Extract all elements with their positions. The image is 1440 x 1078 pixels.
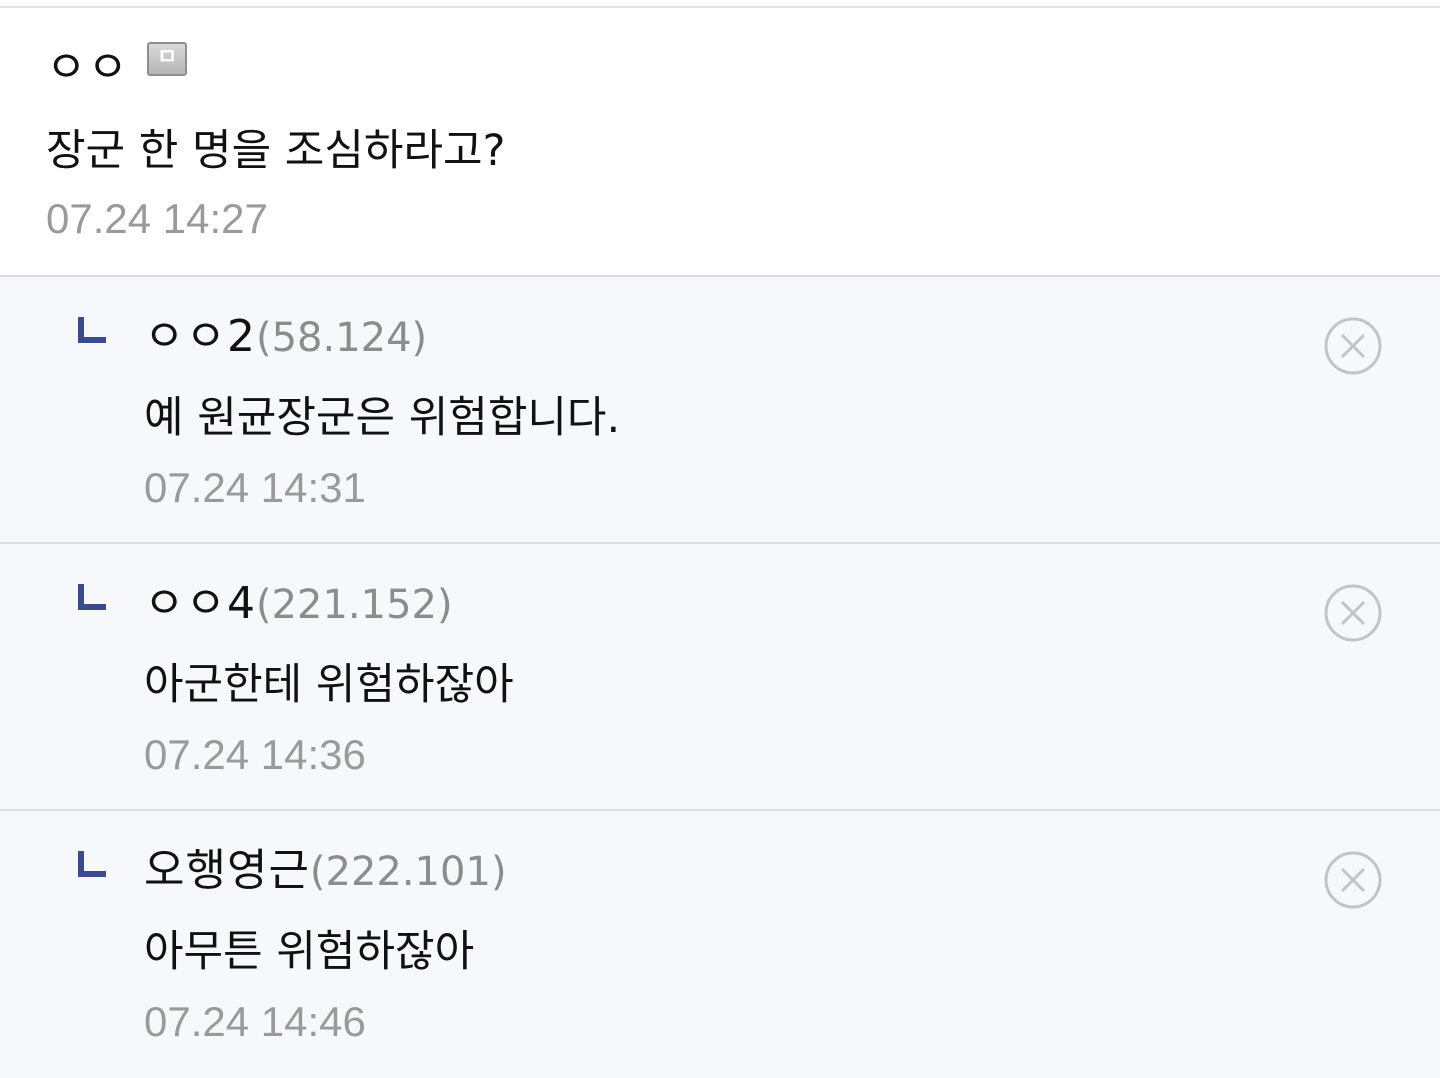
reply-text: 아무튼 위험하잖아 — [144, 927, 475, 977]
reply-arrow-icon — [78, 584, 106, 610]
reply-text: 아군한테 위험하잖아 — [144, 660, 514, 710]
reply-arrow-icon — [78, 851, 106, 877]
delete-reply-button[interactable] — [1324, 317, 1382, 375]
reply-author: 오행영근(222.101) — [144, 849, 507, 893]
delete-reply-button[interactable] — [1324, 584, 1382, 642]
reply-item: ㅇㅇ2(58.124) 예 원균장군은 위험합니다. 07.24 14:31 — [0, 277, 1440, 544]
reply-item: ㅇㅇ4(221.152) 아군한테 위험하잖아 07.24 14:36 — [0, 544, 1440, 811]
reply-timestamp: 07.24 14:36 — [144, 731, 366, 778]
top-divider — [0, 0, 1440, 8]
comment-author: ㅇㅇㅁ — [46, 42, 187, 90]
reply-arrow-icon — [78, 317, 106, 343]
comment-timestamp: 07.24 14:27 — [46, 195, 268, 242]
reply-nickname[interactable]: ㅇㅇ4 — [144, 578, 256, 629]
fixed-nick-badge-icon: ㅁ — [146, 42, 187, 76]
delete-circle-x-icon — [1324, 584, 1382, 642]
reply-nickname[interactable]: ㅇㅇ2 — [144, 311, 256, 362]
reply-ip: (221.152) — [255, 582, 453, 628]
reply-text: 예 원균장군은 위험합니다. — [144, 393, 621, 443]
reply-timestamp: 07.24 14:46 — [144, 998, 366, 1045]
comment-nickname[interactable]: ㅇㅇ — [46, 42, 129, 93]
delete-reply-button[interactable] — [1324, 851, 1382, 909]
reply-ip: (58.124) — [255, 315, 428, 361]
reply-timestamp: 07.24 14:31 — [144, 464, 366, 511]
reply-ip: (222.101) — [309, 849, 507, 895]
reply-author: ㅇㅇ2(58.124) — [144, 315, 427, 359]
comment-item: ㅇㅇㅁ 장군 한 명을 조심하라고? 07.24 14:27 — [0, 10, 1440, 277]
reply-author: ㅇㅇ4(221.152) — [144, 582, 453, 626]
reply-item: 오행영근(222.101) 아무튼 위험하잖아 07.24 14:46 — [0, 811, 1440, 1078]
reply-nickname[interactable]: 오행영근 — [144, 845, 310, 896]
delete-circle-x-icon — [1324, 317, 1382, 375]
comment-text: 장군 한 명을 조심하라고? — [46, 126, 506, 176]
delete-circle-x-icon — [1324, 851, 1382, 909]
